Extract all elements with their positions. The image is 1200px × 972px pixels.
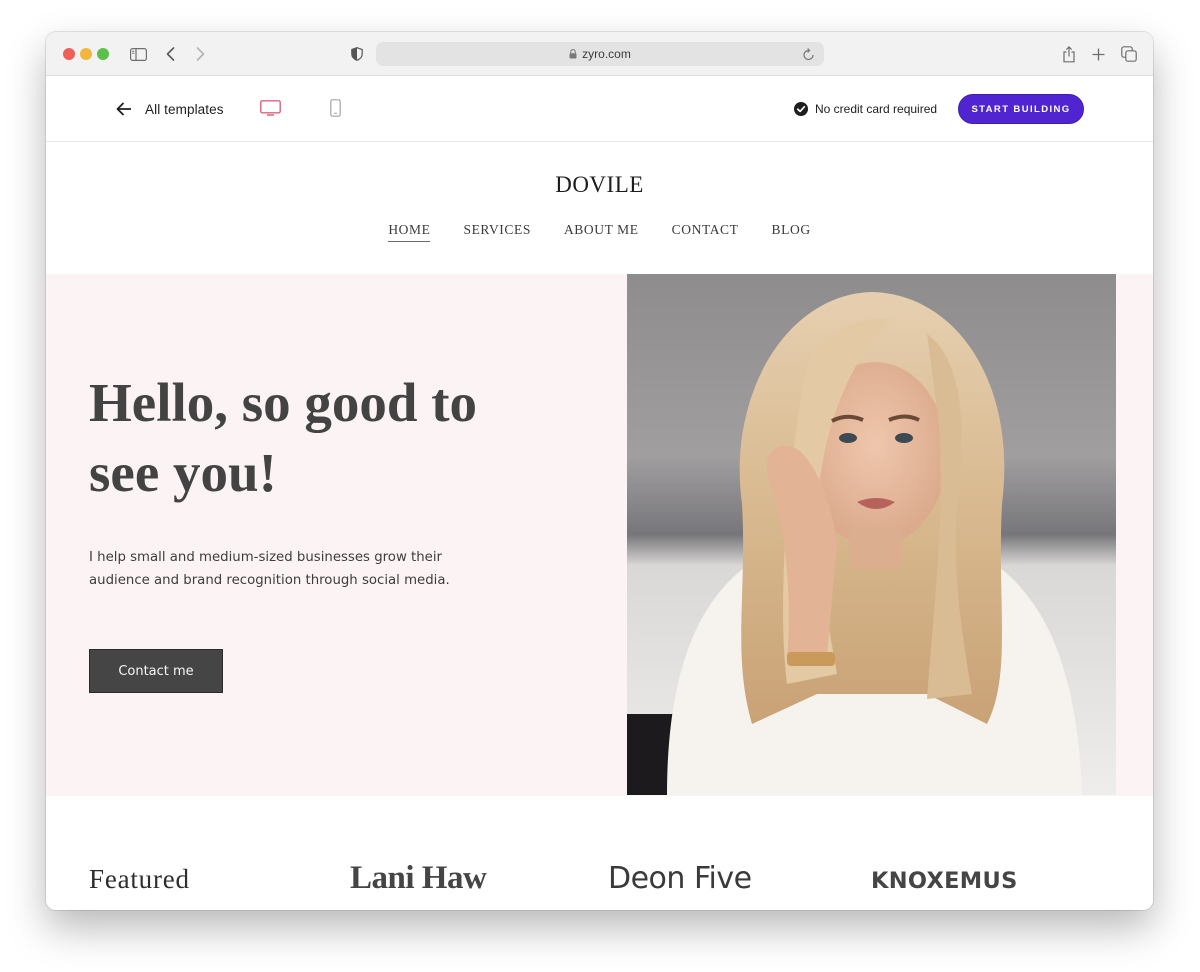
reload-icon[interactable]	[802, 46, 816, 62]
url-text: zyro.com	[582, 47, 631, 61]
no-credit-card-note: No credit card required	[794, 100, 937, 118]
template-preview-bar: All templates No credit card required ST…	[46, 76, 1153, 142]
hero-title-line-1: Hello, so good to	[89, 372, 478, 433]
address-bar[interactable]: zyro.com	[376, 42, 824, 66]
share-icon[interactable]	[1060, 43, 1078, 65]
mobile-view-icon[interactable]	[325, 97, 345, 119]
sidebar-icon[interactable]	[128, 43, 148, 65]
portrait-illustration	[627, 274, 1116, 795]
site-nav: HOME SERVICES ABOUT ME CONTACT BLOG	[46, 222, 1153, 242]
featured-logo: Deon Five	[608, 861, 752, 896]
privacy-shield-icon[interactable]	[348, 43, 366, 65]
all-templates-label: All templates	[145, 101, 224, 117]
hero-title: Hello, so good to see you!	[89, 368, 549, 508]
featured-logo: KNOXEMUS	[871, 868, 1018, 894]
browser-window: zyro.com All templates No credit card re…	[46, 32, 1153, 910]
featured-label: Featured	[89, 864, 190, 894]
site-header: DOVILE HOME SERVICES ABOUT ME CONTACT BL…	[46, 143, 1153, 274]
lock-icon	[569, 49, 577, 59]
browser-toolbar: zyro.com	[46, 32, 1153, 76]
check-circle-icon	[794, 102, 808, 116]
featured-logo: Lani Haw	[350, 860, 487, 896]
desktop-view-icon[interactable]	[258, 97, 282, 119]
hero-title-line-2: see you!	[89, 442, 277, 503]
tab-overview-icon[interactable]	[1120, 43, 1138, 65]
minimize-window-button[interactable]	[80, 48, 92, 60]
zoom-window-button[interactable]	[97, 48, 109, 60]
nav-services[interactable]: SERVICES	[463, 222, 530, 242]
close-window-button[interactable]	[63, 48, 75, 60]
nav-home[interactable]: HOME	[388, 222, 431, 242]
new-tab-icon[interactable]	[1089, 43, 1107, 65]
featured-section: Featured Lani Haw Deon Five KNOXEMUS	[46, 796, 1153, 910]
start-building-button[interactable]: START BUILDING	[958, 94, 1084, 124]
site-logo[interactable]: DOVILE	[46, 172, 1153, 198]
no-credit-card-text: No credit card required	[815, 102, 938, 116]
nav-contact[interactable]: CONTACT	[672, 222, 739, 242]
nav-blog[interactable]: BLOG	[772, 222, 811, 242]
hero-portrait-image	[627, 274, 1116, 795]
all-templates-link[interactable]: All templates	[116, 98, 224, 120]
arrow-left-icon	[116, 102, 132, 116]
hero-description: I help small and medium-sized businesses…	[89, 550, 450, 588]
hero-section: Hello, so good to see you! I help small …	[46, 274, 1153, 796]
contact-me-button[interactable]: Contact me	[89, 649, 223, 693]
forward-icon[interactable]	[192, 43, 208, 65]
back-icon[interactable]	[162, 43, 178, 65]
nav-about-me[interactable]: ABOUT ME	[564, 222, 639, 242]
